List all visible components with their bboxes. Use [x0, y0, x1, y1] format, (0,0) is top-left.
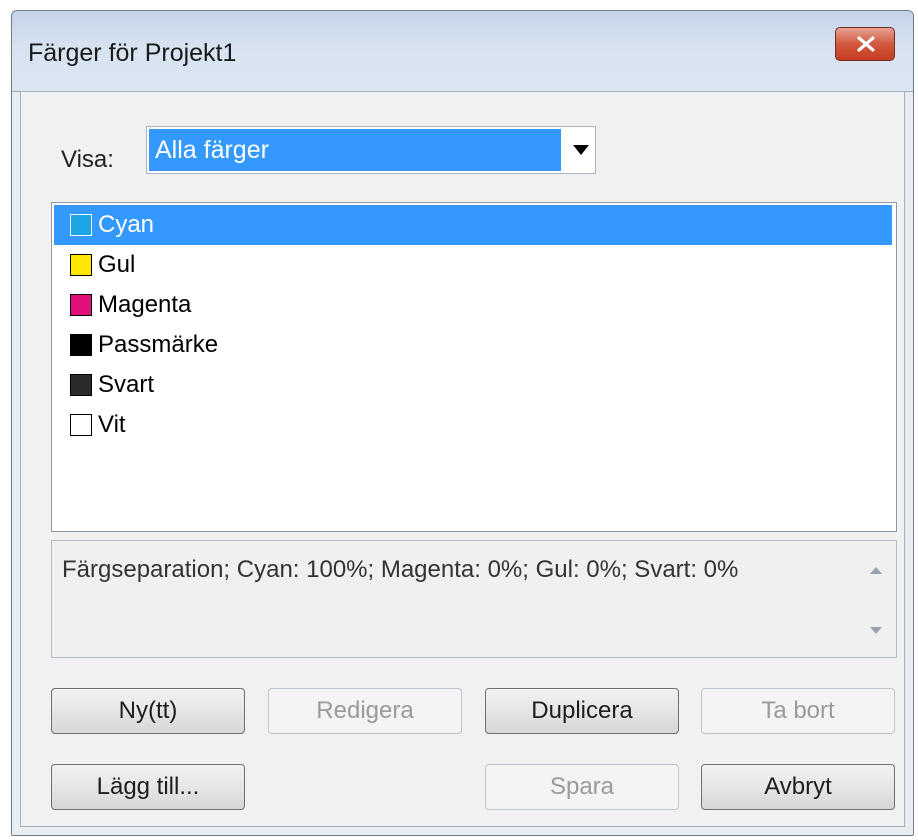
show-filter-value: Alla färger [149, 129, 561, 171]
scroll-up-arrow-icon[interactable] [870, 567, 882, 574]
show-label: Visa: [61, 146, 114, 173]
list-item-label: Gul [98, 251, 136, 278]
append-button[interactable]: Lägg till... [51, 764, 245, 810]
scroll-down-arrow-icon[interactable] [870, 627, 882, 634]
list-item-vit[interactable]: Vit [54, 405, 892, 445]
close-icon [857, 36, 875, 52]
new-button[interactable]: Ny(tt) [51, 688, 245, 734]
list-item-gul[interactable]: Gul [54, 245, 892, 285]
list-item-label: Magenta [98, 291, 192, 318]
color-description: Färgseparation; Cyan: 100%; Magenta: 0%;… [51, 540, 897, 658]
chevron-down-icon[interactable] [573, 145, 589, 155]
color-swatch [70, 374, 92, 396]
edit-button[interactable]: Redigera [268, 688, 462, 734]
color-swatch [70, 414, 92, 436]
list-item-magenta[interactable]: Magenta [54, 285, 892, 325]
description-text: Färgseparation; Cyan: 100%; Magenta: 0%;… [62, 556, 739, 583]
window-title: Färger för Projekt1 [28, 39, 237, 67]
show-filter-dropdown[interactable]: Alla färger [146, 126, 596, 174]
delete-button[interactable]: Ta bort [701, 688, 895, 734]
title-bar: Färger för Projekt1 [12, 11, 913, 92]
color-swatch [70, 214, 92, 236]
list-item-label: Svart [98, 371, 155, 398]
colors-dialog: Färger för Projekt1 Visa: Alla färger Cy… [11, 10, 914, 836]
duplicate-button[interactable]: Duplicera [485, 688, 679, 734]
save-button[interactable]: Spara [485, 764, 679, 810]
color-list[interactable]: Cyan Gul Magenta Passmärke Svart Vit [51, 202, 897, 532]
color-swatch [70, 334, 92, 356]
list-item-label: Cyan [98, 211, 155, 238]
list-item-svart[interactable]: Svart [54, 365, 892, 405]
color-swatch [70, 254, 92, 276]
dialog-body: Visa: Alla färger Cyan Gul Magenta Passm… [20, 91, 905, 827]
list-item-cyan[interactable]: Cyan [54, 205, 892, 245]
list-item-passmarke[interactable]: Passmärke [54, 325, 892, 365]
list-item-label: Passmärke [98, 331, 219, 358]
color-swatch [70, 294, 92, 316]
list-item-label: Vit [98, 411, 126, 438]
cancel-button[interactable]: Avbryt [701, 764, 895, 810]
close-button[interactable] [835, 27, 895, 61]
